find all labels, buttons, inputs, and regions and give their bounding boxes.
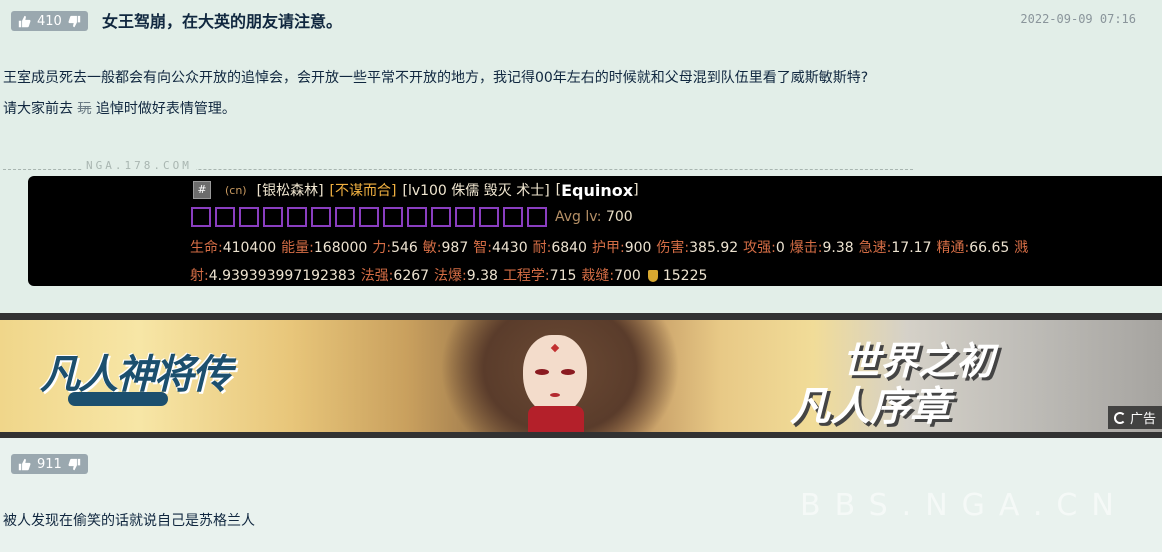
stat-key: 智: (473, 240, 492, 256)
stat-key: 攻强: (743, 240, 776, 256)
equipment-slot[interactable] (479, 207, 499, 227)
character-face (523, 335, 587, 415)
stat-key: 工程学: (502, 268, 550, 284)
stat-key: 爆击: (789, 240, 823, 256)
thumbs-down-icon[interactable] (68, 14, 82, 28)
stat-key: 法强: (360, 268, 394, 284)
realm-name: [银松森林] (256, 183, 324, 199)
site-watermark: NGA.178.COM (82, 159, 196, 172)
refresh-icon (1113, 411, 1126, 424)
ad-label: 广告 (1129, 412, 1156, 427)
level-info: [lv100 侏儒 毁灭 术士] (402, 183, 550, 199)
equipment-slot[interactable] (503, 207, 523, 227)
stat-key: 裁缝: (581, 268, 615, 284)
equipment-slot[interactable] (431, 207, 451, 227)
ad-image[interactable]: 凡人神将传 世界之初 凡人序章 广告 (0, 320, 1162, 432)
equipment-slot[interactable] (215, 207, 235, 227)
site-watermark: BBS.NGA.CN (800, 488, 1128, 523)
stat-value: 9.38 (822, 240, 854, 256)
strikethrough-text: 玩 (77, 101, 92, 117)
like-count: 410 (37, 13, 62, 29)
character-card: # (cn) [银松森林] [不谋而合] [lv100 侏儒 毁灭 术士] [E… (28, 176, 1162, 286)
avg-value: 700 (605, 209, 633, 225)
hash-icon[interactable]: # (193, 181, 211, 199)
equipment-slot[interactable] (287, 207, 307, 227)
reply-body: 被人发现在偷笑的话就说自己是苏格兰人 (3, 513, 255, 529)
stat-value: 168000 (313, 240, 368, 256)
stat-value: 4.939393997192383 (208, 268, 356, 284)
equipment-slot[interactable] (191, 207, 211, 227)
post-date: 2022-09-09 07:16 (1020, 12, 1136, 26)
forehead-gem (550, 343, 560, 353)
thumbs-down-icon[interactable] (68, 457, 82, 471)
stat-key: 法爆: (434, 268, 467, 284)
stat-value: 6840 (551, 240, 587, 256)
post-body-line-2: 请大家前去 玩 追悼时做好表情管理。 (3, 98, 236, 118)
stat-key: 敏: (422, 240, 442, 256)
stat-value: 66.65 (969, 240, 1010, 256)
character-collar (528, 406, 584, 432)
stat-value: 546 (391, 240, 418, 256)
equipment-slot[interactable] (263, 207, 283, 227)
avg-level: Avg lv: 700 (555, 209, 633, 225)
vote-widget: 410 (11, 11, 88, 31)
stat-value: 9.38 (466, 268, 498, 284)
line-text: 请大家前去 (3, 101, 78, 117)
gold-value: 15225 (662, 268, 708, 284)
stat-value: 700 (614, 268, 641, 284)
equipment-slots: Avg lv: 700 (191, 207, 633, 227)
logo-ribbon (68, 392, 168, 406)
stat-key: 精通: (936, 240, 970, 256)
lips (550, 393, 560, 397)
stat-value: 410400 (222, 240, 277, 256)
stat-value: 987 (441, 240, 469, 256)
like-count: 911 (37, 456, 62, 472)
post-body-line-1: 王室成员死去一般都会有向公众开放的追悼会，会开放一些平常不开放的地方，我记得00… (3, 70, 869, 86)
equipment-slot[interactable] (335, 207, 355, 227)
stat-key: 急速: (858, 240, 892, 256)
character-name[interactable]: Equinox (561, 181, 633, 200)
ad-banner[interactable]: 凡人神将传 世界之初 凡人序章 广告 (0, 313, 1162, 438)
right-eye (561, 369, 575, 375)
equipment-slot[interactable] (359, 207, 379, 227)
post-title: 女王驾崩，在大英的朋友请注意。 (102, 12, 343, 31)
equipment-slot[interactable] (383, 207, 403, 227)
equipment-slot[interactable] (455, 207, 475, 227)
equipment-slot[interactable] (311, 207, 331, 227)
stat-key: 生命: (190, 240, 223, 256)
guild-name: [不谋而合] (329, 183, 397, 199)
stat-value: 4430 (491, 240, 528, 256)
character-header: # (cn) [银松森林] [不谋而合] [lv100 侏儒 毁灭 术士] [E… (193, 180, 639, 200)
stat-key: 耐: (532, 240, 552, 256)
name-bracket-close: ] (633, 182, 639, 198)
character-stats: 生命:410400 能量:168000 力:546 敏:987 智:4430 耐:6840… (190, 234, 1150, 290)
post-1: 410 女王驾崩，在大英的朋友请注意。 2022-09-09 07:16 王室成… (0, 0, 1162, 312)
avg-label: Avg lv: (555, 209, 602, 225)
thumbs-up-icon[interactable] (17, 457, 31, 471)
equipment-slot[interactable] (239, 207, 259, 227)
stat-key: 能量: (281, 240, 314, 256)
stat-key: 力: (372, 240, 392, 256)
region-tag: (cn) (225, 183, 247, 197)
vote-widget: 911 (11, 454, 88, 474)
thumbs-up-icon[interactable] (17, 14, 31, 28)
stat-key: 护甲: (591, 240, 625, 256)
stat-value: 0 (775, 240, 785, 256)
equipment-slot[interactable] (407, 207, 427, 227)
ad-slogan-2: 凡人序章 (790, 383, 950, 430)
ad-tag[interactable]: 广告 (1107, 406, 1162, 429)
stat-key: 伤害: (656, 240, 690, 256)
stat-value: 715 (549, 268, 577, 284)
stat-value: 6267 (393, 268, 430, 284)
left-eye (535, 369, 549, 375)
line-text: 追悼时做好表情管理。 (91, 101, 236, 117)
stat-value: 900 (624, 240, 652, 256)
shield-icon (647, 270, 658, 282)
stat-value: 17.17 (891, 240, 932, 256)
stat-value: 385.92 (689, 240, 739, 256)
equipment-slot[interactable] (527, 207, 547, 227)
